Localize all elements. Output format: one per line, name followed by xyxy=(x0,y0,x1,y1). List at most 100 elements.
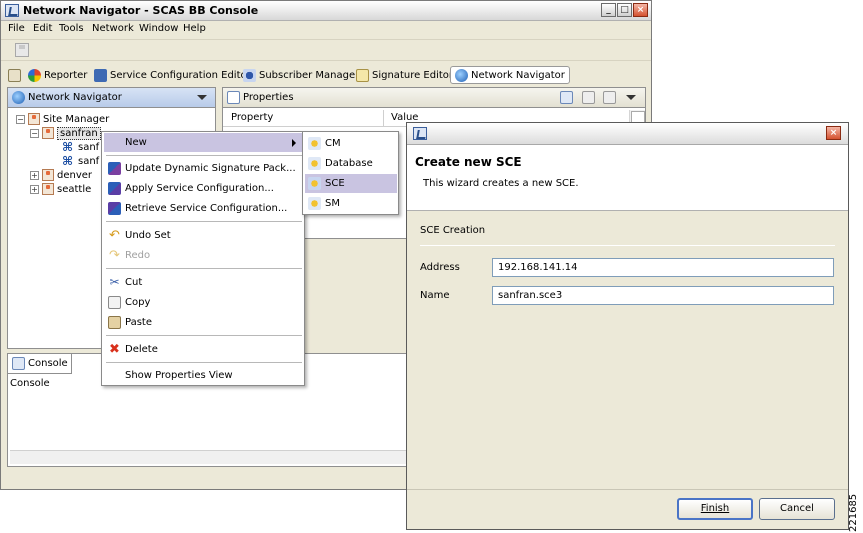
address-field[interactable] xyxy=(492,258,834,277)
properties-icon xyxy=(227,91,240,104)
site-icon xyxy=(42,183,54,195)
dialog-close-button[interactable]: × xyxy=(826,126,841,140)
menu-item-redo[interactable]: ↷ Redo xyxy=(104,246,302,265)
menu-item-label: Redo xyxy=(125,250,151,261)
perspective-bar: Reporter Service Configuration Editor Su… xyxy=(1,63,651,87)
close-button[interactable]: × xyxy=(633,3,648,17)
menu-item-retrieve-service-configuration[interactable]: Retrieve Service Configuration... xyxy=(104,199,302,218)
menu-file[interactable]: File xyxy=(8,23,25,34)
tree-node-sanfran[interactable]: − sanfran xyxy=(30,126,109,140)
globe-icon xyxy=(12,91,25,104)
menu-item-undo-set[interactable]: ↶ Undo Set xyxy=(104,226,302,245)
cancel-button[interactable]: Cancel xyxy=(759,498,835,520)
copy-icon xyxy=(108,296,121,309)
dialog-description: This wizard creates a new SCE. xyxy=(423,178,579,189)
perspective-service-configuration-editor[interactable]: Service Configuration Editor xyxy=(94,66,251,84)
database-icon xyxy=(308,157,321,170)
tree-label-selected: sanfran xyxy=(57,126,101,140)
console-horizontal-scrollbar[interactable] xyxy=(10,450,410,464)
menu-item-label: Show Properties View xyxy=(125,370,233,381)
create-sce-dialog: × Create new SCE This wizard creates a n… xyxy=(406,122,849,530)
tree-label: Site Manager xyxy=(43,113,110,125)
sm-icon xyxy=(308,197,321,210)
perspective-signature-editor[interactable]: Signature Editor xyxy=(356,66,453,84)
expand-icon[interactable]: + xyxy=(30,170,39,180)
submenu-label: SM xyxy=(325,198,340,209)
context-menu: New Update Dynamic Signature Pack... App… xyxy=(101,131,305,386)
site-tree: − Site Manager − sanfran ⌘ sanf ⌘ sanf +… xyxy=(16,112,109,196)
maximize-button[interactable]: □ xyxy=(617,3,632,17)
name-field[interactable] xyxy=(492,286,834,305)
submenu-item-database[interactable]: Database xyxy=(305,154,397,173)
address-label: Address xyxy=(420,262,460,273)
menu-edit[interactable]: Edit xyxy=(33,23,52,34)
button-label: Finish xyxy=(700,503,730,514)
sce-icon: ⌘ xyxy=(62,154,74,168)
paste-icon xyxy=(108,316,121,329)
menu-separator xyxy=(106,362,302,363)
submenu-item-cm[interactable]: CM xyxy=(305,134,397,153)
menu-item-show-properties-view[interactable]: Show Properties View xyxy=(104,366,302,385)
pin-icon[interactable] xyxy=(603,91,616,104)
menu-item-apply-service-configuration[interactable]: Apply Service Configuration... xyxy=(104,179,302,198)
tree-view-icon[interactable] xyxy=(560,91,573,104)
menu-item-new[interactable]: New xyxy=(104,133,302,152)
menu-item-label: Delete xyxy=(125,344,158,355)
menu-help[interactable]: Help xyxy=(183,23,206,34)
menu-item-cut[interactable]: ✂ Cut xyxy=(104,273,302,292)
collapse-icon[interactable]: − xyxy=(30,128,39,138)
perspective-label: Reporter xyxy=(44,69,88,81)
console-label: Console xyxy=(10,378,50,389)
window-title: Network Navigator - SCAS BB Console xyxy=(23,4,259,17)
service-config-icon xyxy=(94,68,107,82)
dialog-heading: Create new SCE xyxy=(415,155,522,169)
menu-item-label: Paste xyxy=(125,317,152,328)
submenu-label: SCE xyxy=(325,178,345,189)
main-toolbar xyxy=(1,39,651,61)
network-navigator-icon xyxy=(455,68,468,82)
perspective-reporter[interactable]: Reporter xyxy=(28,66,87,84)
perspective-network-navigator[interactable]: Network Navigator xyxy=(450,66,570,84)
menu-item-paste[interactable]: Paste xyxy=(104,313,302,332)
property-column-header[interactable]: Property xyxy=(231,112,273,123)
collapse-icon[interactable]: − xyxy=(16,114,25,124)
site-icon xyxy=(42,127,54,139)
view-menu-icon[interactable] xyxy=(626,95,636,100)
open-perspective-icon[interactable] xyxy=(8,69,21,82)
navigator-header: Network Navigator xyxy=(8,88,215,108)
console-tab-title: Console xyxy=(28,358,68,369)
perspective-subscriber-manager[interactable]: Subscriber Manager xyxy=(243,66,359,84)
menu-item-label: Copy xyxy=(125,297,151,308)
expand-icon[interactable]: + xyxy=(30,184,39,194)
properties-title: Properties xyxy=(243,92,294,103)
tree-node-seattle[interactable]: + seattle xyxy=(30,182,109,196)
redo-icon: ↷ xyxy=(109,248,120,263)
console-icon xyxy=(12,357,25,370)
menu-network[interactable]: Network xyxy=(92,23,134,34)
subscriber-manager-icon xyxy=(243,68,256,82)
dialog-footer: Finish Cancel xyxy=(407,489,848,529)
console-tab[interactable]: Console xyxy=(8,354,72,374)
menu-bar: File Edit Tools Network Window Help xyxy=(1,21,651,39)
delete-icon: ✖ xyxy=(109,342,120,357)
menu-tools[interactable]: Tools xyxy=(59,23,84,34)
update-icon xyxy=(108,162,121,175)
view-menu-icon[interactable] xyxy=(197,95,207,100)
menu-item-copy[interactable]: Copy xyxy=(104,293,302,312)
submenu-item-sce[interactable]: SCE xyxy=(305,174,397,193)
menu-window[interactable]: Window xyxy=(139,23,178,34)
tree-node-denver[interactable]: + denver xyxy=(30,168,109,182)
submenu-item-sm[interactable]: SM xyxy=(305,194,397,213)
name-label: Name xyxy=(420,290,450,301)
finish-button[interactable]: Finish xyxy=(677,498,753,520)
menu-item-update-dynamic-signature-pack[interactable]: Update Dynamic Signature Pack... xyxy=(104,159,302,178)
save-icon[interactable] xyxy=(15,43,29,57)
tree-node-site-manager[interactable]: − Site Manager xyxy=(16,112,109,126)
menu-item-delete[interactable]: ✖ Delete xyxy=(104,340,302,359)
filter-icon[interactable] xyxy=(582,91,595,104)
minimize-button[interactable]: _ xyxy=(601,3,616,17)
site-manager-icon xyxy=(28,113,40,125)
menu-item-label: Apply Service Configuration... xyxy=(125,183,274,194)
perspective-label: Signature Editor xyxy=(372,69,454,81)
reporter-icon xyxy=(28,68,41,82)
